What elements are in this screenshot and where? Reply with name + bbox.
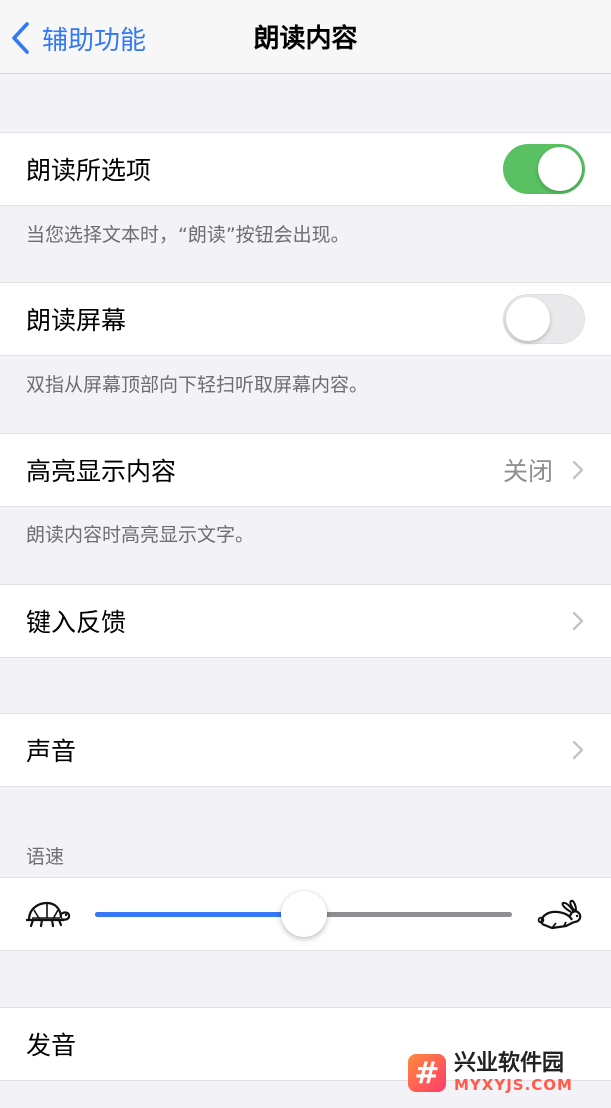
highlight-content-value: 关闭 bbox=[502, 457, 553, 486]
rabbit-icon bbox=[537, 899, 582, 930]
turtle-icon bbox=[26, 901, 71, 928]
typing-feedback-label: 键入反馈 bbox=[26, 608, 127, 637]
speak-screen-label: 朗读屏幕 bbox=[26, 306, 127, 335]
speak-selection-footer: 当您选择文本时，“朗读”按钮会出现。 bbox=[26, 224, 350, 246]
speak-screen-footer: 双指从屏幕顶部向下轻扫听取屏幕内容。 bbox=[26, 374, 369, 396]
hash-logo-icon: # bbox=[408, 1054, 446, 1092]
slider-fill bbox=[95, 912, 304, 917]
chevron-right-icon bbox=[571, 459, 585, 481]
toggle-knob bbox=[538, 147, 582, 191]
chevron-right-icon bbox=[571, 739, 585, 761]
typing-feedback-row[interactable]: 键入反馈 bbox=[0, 585, 611, 657]
voices-group: 声音 bbox=[0, 713, 611, 787]
voices-label: 声音 bbox=[26, 737, 77, 766]
speak-selection-row: 朗读所选项 bbox=[0, 133, 611, 205]
speak-screen-row: 朗读屏幕 bbox=[0, 283, 611, 355]
highlight-content-label: 高亮显示内容 bbox=[26, 457, 177, 486]
speaking-rate-header: 语速 bbox=[26, 846, 65, 868]
slider-thumb[interactable] bbox=[280, 891, 327, 937]
watermark: # 兴业软件园 MYXYJS.COM bbox=[408, 1048, 611, 1098]
speak-selection-toggle[interactable] bbox=[503, 144, 585, 194]
page-title: 朗读内容 bbox=[253, 24, 358, 54]
voices-row[interactable]: 声音 bbox=[0, 714, 611, 786]
watermark-cn: 兴业软件园 bbox=[454, 1051, 565, 1076]
speak-selection-label: 朗读所选项 bbox=[26, 156, 152, 185]
speaking-rate-row bbox=[0, 878, 611, 950]
toggle-knob bbox=[506, 297, 550, 341]
speaking-rate-slider[interactable] bbox=[95, 891, 512, 937]
speaking-rate-group bbox=[0, 877, 611, 951]
watermark-text: 兴业软件园 MYXYJS.COM bbox=[454, 1053, 573, 1093]
highlight-content-group: 高亮显示内容 关闭 bbox=[0, 433, 611, 507]
typing-feedback-group: 键入反馈 bbox=[0, 584, 611, 658]
watermark-en: MYXYJS.COM bbox=[454, 1076, 573, 1094]
highlight-content-row[interactable]: 高亮显示内容 关闭 bbox=[0, 434, 611, 506]
navigation-bar: 辅助功能 朗读内容 bbox=[0, 0, 611, 74]
speak-screen-group: 朗读屏幕 bbox=[0, 282, 611, 356]
speak-selection-group: 朗读所选项 bbox=[0, 132, 611, 206]
chevron-right-icon bbox=[571, 610, 585, 632]
highlight-content-footer: 朗读内容时高亮显示文字。 bbox=[26, 524, 255, 546]
speak-screen-toggle[interactable] bbox=[503, 294, 585, 344]
